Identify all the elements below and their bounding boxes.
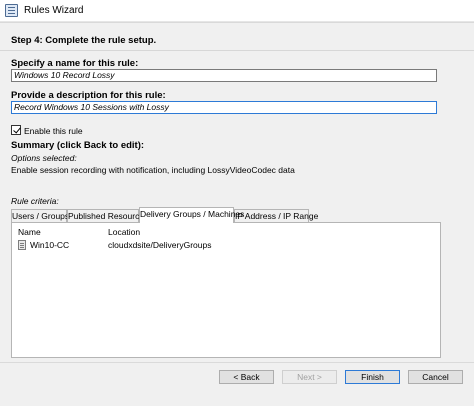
window-title: Rules Wizard (24, 5, 84, 16)
rule-name-input[interactable]: Windows 10 Record Lossy (11, 69, 437, 82)
description-label: Provide a description for this rule: (11, 90, 166, 101)
enable-rule-checkbox[interactable] (11, 125, 21, 135)
enable-rule-label[interactable]: Enable this rule (24, 126, 83, 136)
row-location: cloudxdsite/DeliveryGroups (108, 240, 212, 250)
tab-published-resources[interactable]: Published Resources (67, 209, 148, 222)
back-button[interactable]: < Back (219, 370, 274, 384)
criteria-list: Name Location Win10-CC cloudxdsite/Deliv… (11, 222, 441, 358)
wizard-panel: Step 4: Complete the rule setup. Specify… (0, 22, 474, 362)
machine-icon (18, 240, 26, 250)
next-button[interactable]: Next > (282, 370, 337, 384)
column-header-location[interactable]: Location (108, 227, 140, 237)
tab-delivery-groups-machines[interactable]: Delivery Groups / Machines (139, 207, 244, 223)
column-header-name[interactable]: Name (18, 227, 41, 237)
tab-ip-address-range[interactable]: IP Address / IP Range (234, 209, 318, 222)
name-label: Specify a name for this rule: (11, 58, 139, 69)
rule-criteria-label: Rule criteria: (11, 196, 59, 206)
title-bar: Rules Wizard (0, 0, 474, 22)
options-selected-text: Enable session recording with notificati… (11, 165, 295, 175)
rule-description-input[interactable]: Record Windows 10 Sessions with Lossy (11, 101, 437, 114)
summary-title: Summary (click Back to edit): (11, 140, 145, 151)
row-name: Win10-CC (30, 240, 70, 250)
step-title: Step 4: Complete the rule setup. (11, 35, 157, 46)
finish-button[interactable]: Finish (345, 370, 400, 384)
options-selected-label: Options selected: (11, 153, 77, 163)
button-bar: < Back Next > Finish Cancel (0, 362, 474, 406)
step-divider (0, 50, 474, 51)
tab-users-groups[interactable]: Users / Groups (11, 209, 69, 222)
cancel-button[interactable]: Cancel (408, 370, 463, 384)
wizard-app-icon (5, 4, 18, 17)
